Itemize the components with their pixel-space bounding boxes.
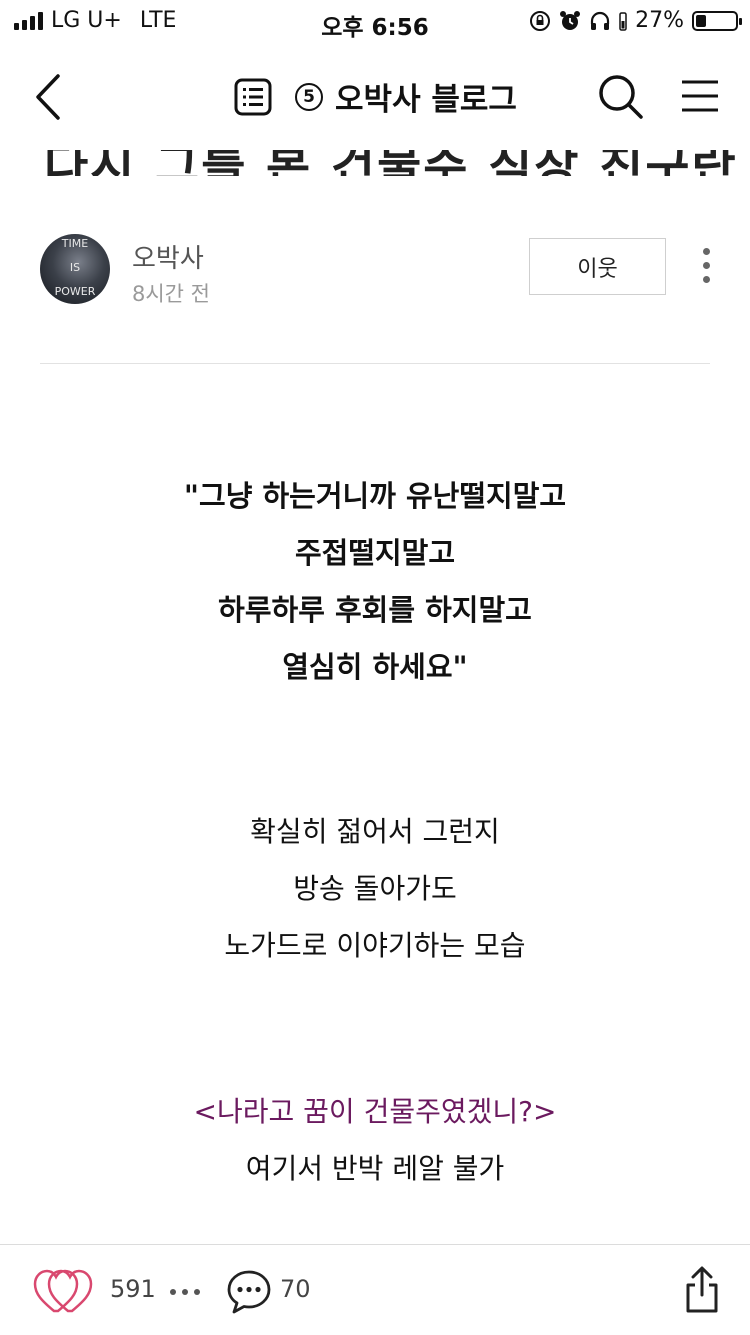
avatar-text-3: POWER — [54, 285, 96, 298]
author-name[interactable]: 오박사 — [132, 238, 204, 275]
share-icon[interactable] — [682, 1265, 722, 1315]
more-dots-icon[interactable] — [170, 1289, 200, 1295]
comment-icon[interactable] — [226, 1269, 272, 1315]
post-title-clipped: 다시 그를 본 건물주 직장 친구란 — [0, 150, 750, 176]
like-count[interactable]: 591 — [110, 1275, 156, 1303]
purple-highlight-line: <나라고 꿈이 건물주였겠니?> — [193, 1095, 557, 1128]
quote-line: 주접떨지말고 — [294, 536, 456, 570]
quote-line: 열심히 하세요" — [282, 650, 468, 684]
follow-button[interactable]: 이웃 — [529, 238, 666, 295]
body-line: 방송 돌아가도 — [293, 872, 457, 905]
post-title-text: 다시 그를 본 건물주 직장 친구란 — [44, 150, 738, 176]
like-heart-icon[interactable] — [32, 1267, 96, 1315]
divider — [40, 363, 710, 364]
nav-bar: 5 오박사 블로그 — [0, 44, 750, 150]
quote-line: 하루하루 후회를 하지말고 — [218, 593, 532, 627]
body-paragraph-3: <나라고 꿈이 건물주였겠니?> 여기서 반박 레알 불가 — [0, 1083, 750, 1197]
comment-count[interactable]: 70 — [280, 1275, 311, 1303]
headphone-battery-icon — [619, 11, 627, 31]
battery-percent: 27% — [635, 8, 684, 33]
post-list-icon[interactable] — [233, 77, 273, 117]
quote-line: "그냥 하는거니까 유난떨지말고 — [183, 479, 567, 513]
post-time: 8시간 전 — [132, 282, 210, 306]
avatar-text-2: IS — [69, 261, 81, 274]
status-right: 27% — [529, 8, 742, 33]
headphones-icon — [590, 11, 610, 30]
blog-title-text: 오박사 블로그 — [335, 82, 517, 118]
alarm-icon — [560, 10, 581, 30]
avatar-text-1: TIME — [61, 237, 89, 250]
body-line: 확실히 젊어서 그런지 — [250, 815, 500, 848]
rotation-lock-icon — [530, 10, 551, 31]
search-icon[interactable] — [596, 72, 644, 120]
bottom-action-bar: 591 70 — [0, 1244, 750, 1335]
battery-icon — [692, 10, 742, 31]
body-line: 노가드로 이야기하는 모습 — [224, 929, 526, 962]
body-paragraph-2: 확실히 젊어서 그런지 방송 돌아가도 노가드로 이야기하는 모습 — [0, 803, 750, 974]
body-line: 여기서 반박 레알 불가 — [245, 1152, 505, 1185]
blog-number-badge: 5 — [295, 82, 324, 111]
more-options-icon[interactable] — [700, 248, 712, 288]
quote-paragraph: "그냥 하는거니까 유난떨지말고 주접떨지말고 하루하루 후회를 하지말고 열심… — [0, 468, 750, 696]
hamburger-menu-icon[interactable] — [680, 76, 720, 116]
status-bar: LG U+ LTE 오후 6:56 27% — [0, 0, 750, 44]
avatar[interactable]: TIME IS POWER — [40, 234, 110, 304]
